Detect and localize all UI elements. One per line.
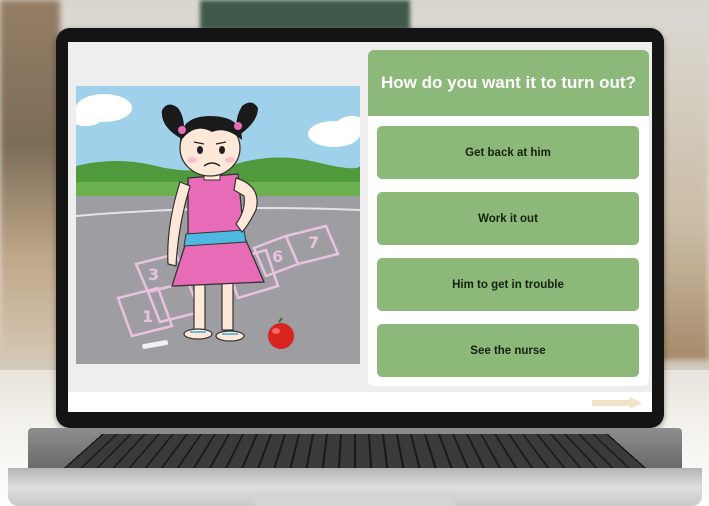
question-panel: How do you want it to turn out? Get back… (368, 50, 649, 386)
choice-him-to-get-in-trouble-button[interactable]: Him to get in trouble (377, 258, 639, 311)
laptop-screen: 3 1 6 7 How do you want it to turn out? … (68, 42, 652, 412)
question-header: How do you want it to turn out? (368, 50, 649, 116)
sad-girl-hopscotch-illustration: 3 1 6 7 (76, 86, 360, 364)
scenario-illustration: 3 1 6 7 (76, 86, 360, 364)
background-chalkboard (200, 0, 410, 30)
choice-get-back-at-him-button[interactable]: Get back at him (377, 126, 639, 179)
hopscotch-number-6: 6 (272, 247, 283, 266)
choice-see-the-nurse-button[interactable]: See the nurse (377, 324, 639, 377)
background-bookshelf-left (0, 0, 60, 360)
player-bottom-bar (68, 392, 652, 412)
next-arrow-icon[interactable] (592, 397, 642, 409)
hopscotch-number-3: 3 (148, 265, 159, 284)
choice-work-it-out-button[interactable]: Work it out (377, 192, 639, 245)
laptop-trackpad (255, 492, 455, 506)
hopscotch-number-7: 7 (308, 233, 319, 252)
hopscotch-number-1: 1 (142, 307, 153, 326)
